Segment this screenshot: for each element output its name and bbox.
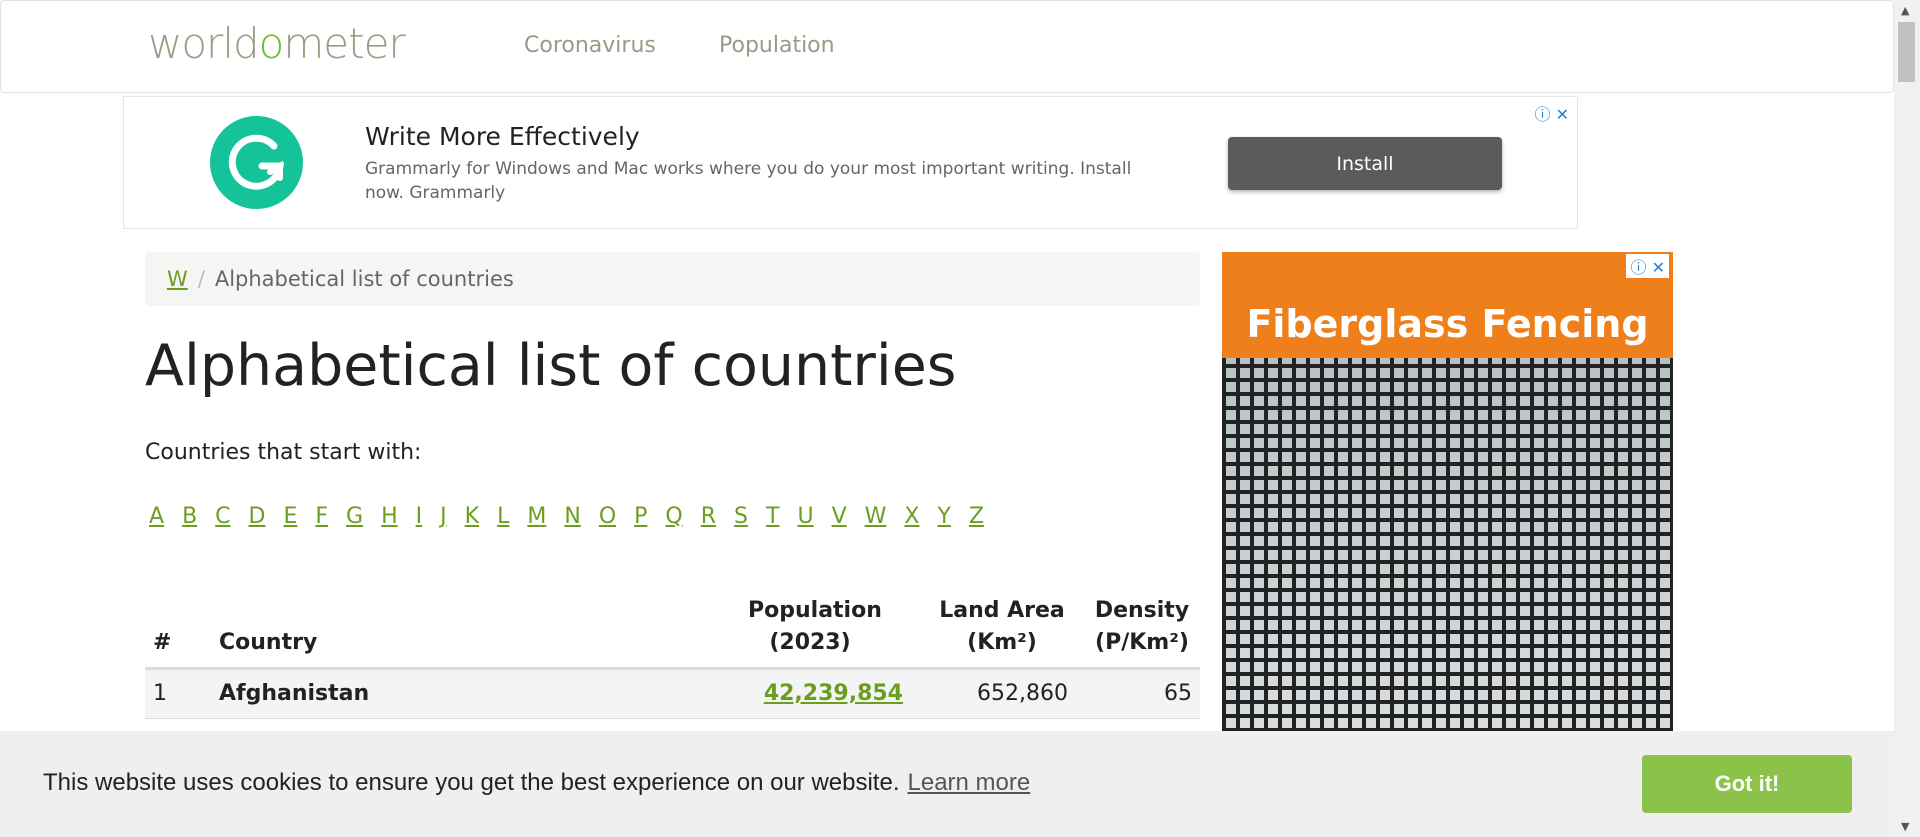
letter-link-s[interactable]: S <box>734 504 748 529</box>
letter-link-j[interactable]: J <box>440 504 447 529</box>
breadcrumb: W / Alphabetical list of countries <box>145 252 1200 306</box>
side-ad-title: Fiberglass Fencing <box>1246 302 1649 346</box>
row-num: 1 <box>153 681 167 706</box>
breadcrumb-separator: / <box>197 267 205 291</box>
scroll-up-arrow-icon[interactable]: ▲ <box>1901 4 1909 17</box>
ad-controls: ⓘ ✕ <box>1534 101 1569 125</box>
letter-link-i[interactable]: I <box>416 504 423 529</box>
site-header: worldometer Coronavirus Population <box>0 0 1894 93</box>
row-population-link[interactable]: 42,239,854 <box>764 681 903 706</box>
page-title: Alphabetical list of countries <box>145 333 957 399</box>
learn-more-link[interactable]: Learn more <box>908 769 1031 796</box>
letter-link-u[interactable]: U <box>797 504 813 529</box>
letter-link-y[interactable]: Y <box>937 504 950 529</box>
letter-link-q[interactable]: Q <box>665 504 682 529</box>
letter-link-a[interactable]: A <box>149 504 164 529</box>
nav-population[interactable]: Population <box>719 33 835 58</box>
row-land-area: 652,860 <box>977 681 1068 706</box>
scroll-down-arrow-icon[interactable]: ▼ <box>1901 820 1909 833</box>
table-row: 1 Afghanistan 42,239,854 652,860 65 <box>145 670 1200 719</box>
letter-link-b[interactable]: B <box>182 504 197 529</box>
letter-link-l[interactable]: L <box>497 504 509 529</box>
header-country[interactable]: Country <box>219 627 317 659</box>
header-density[interactable]: Density (P/Km²) <box>1092 595 1192 659</box>
letter-link-o[interactable]: O <box>599 504 616 529</box>
fence-image <box>1222 358 1673 732</box>
header-land-area[interactable]: Land Area (Km²) <box>935 595 1069 659</box>
header-density-line2: (P/Km²) <box>1095 630 1189 655</box>
letter-index: ABCDEFGHIJKLMNOPQRSTUVWXYZ <box>149 504 1002 529</box>
letter-link-w[interactable]: W <box>865 504 887 529</box>
letter-link-e[interactable]: E <box>283 504 297 529</box>
install-button[interactable]: Install <box>1228 137 1502 190</box>
cookie-message: This website uses cookies to ensure you … <box>43 769 1030 797</box>
letter-link-t[interactable]: T <box>766 504 779 529</box>
top-ad-banner[interactable]: Write More Effectively Grammarly for Win… <box>123 96 1578 229</box>
letter-link-h[interactable]: H <box>381 504 398 529</box>
nav-coronavirus[interactable]: Coronavirus <box>524 33 656 58</box>
cookie-text: This website uses cookies to ensure you … <box>43 769 900 796</box>
header-num: # <box>153 630 172 655</box>
got-it-button[interactable]: Got it! <box>1642 755 1852 813</box>
ad-close-icon[interactable]: ✕ <box>1556 105 1569 124</box>
breadcrumb-home-link[interactable]: W <box>167 267 188 291</box>
letter-link-r[interactable]: R <box>701 504 716 529</box>
side-ad-close-icon[interactable]: ✕ <box>1652 258 1665 277</box>
row-density: 65 <box>1164 681 1192 706</box>
breadcrumb-current: Alphabetical list of countries <box>214 267 514 291</box>
side-ad-info-icon[interactable]: ⓘ <box>1630 258 1646 277</box>
letter-link-m[interactable]: M <box>527 504 546 529</box>
letter-link-d[interactable]: D <box>249 504 266 529</box>
header-land-line2: (Km²) <box>967 630 1037 655</box>
letter-link-n[interactable]: N <box>564 504 580 529</box>
scrollbar-thumb[interactable] <box>1898 22 1915 82</box>
letter-link-z[interactable]: Z <box>969 504 984 529</box>
letter-link-c[interactable]: C <box>215 504 230 529</box>
letter-link-v[interactable]: V <box>832 504 847 529</box>
header-population-line2: (2023) <box>769 630 851 655</box>
letter-link-k[interactable]: K <box>465 504 479 529</box>
letter-link-p[interactable]: P <box>634 504 647 529</box>
letter-link-g[interactable]: G <box>346 504 363 529</box>
worldometer-logo[interactable]: worldometer <box>148 19 406 69</box>
cookie-banner: This website uses cookies to ensure you … <box>0 731 1894 837</box>
header-population[interactable]: Population (2023) <box>748 595 882 659</box>
header-population-line1: Population <box>748 598 882 623</box>
logo-text-meter: meter <box>283 19 405 68</box>
letter-link-x[interactable]: X <box>904 504 919 529</box>
intro-text: Countries that start with: <box>145 440 422 465</box>
row-country[interactable]: Afghanistan <box>219 681 369 706</box>
grammarly-logo-icon <box>210 116 303 209</box>
side-ad-header: Fiberglass Fencing <box>1222 252 1673 358</box>
side-ad-banner[interactable]: Fiberglass Fencing ⓘ ✕ <box>1222 252 1673 732</box>
ad-body-text: Grammarly for Windows and Mac works wher… <box>365 159 1132 203</box>
page-scrollbar[interactable]: ▲ ▼ <box>1894 0 1920 837</box>
header-density-line1: Density <box>1094 598 1190 623</box>
ad-info-icon[interactable]: ⓘ <box>1534 105 1550 124</box>
side-ad-controls: ⓘ ✕ <box>1626 254 1669 278</box>
logo-text-world: world <box>148 19 260 68</box>
header-land-line1: Land Area <box>939 598 1065 623</box>
ad-title: Write More Effectively <box>365 122 640 151</box>
logo-text-o: o <box>258 19 285 68</box>
letter-link-f[interactable]: F <box>315 504 328 529</box>
